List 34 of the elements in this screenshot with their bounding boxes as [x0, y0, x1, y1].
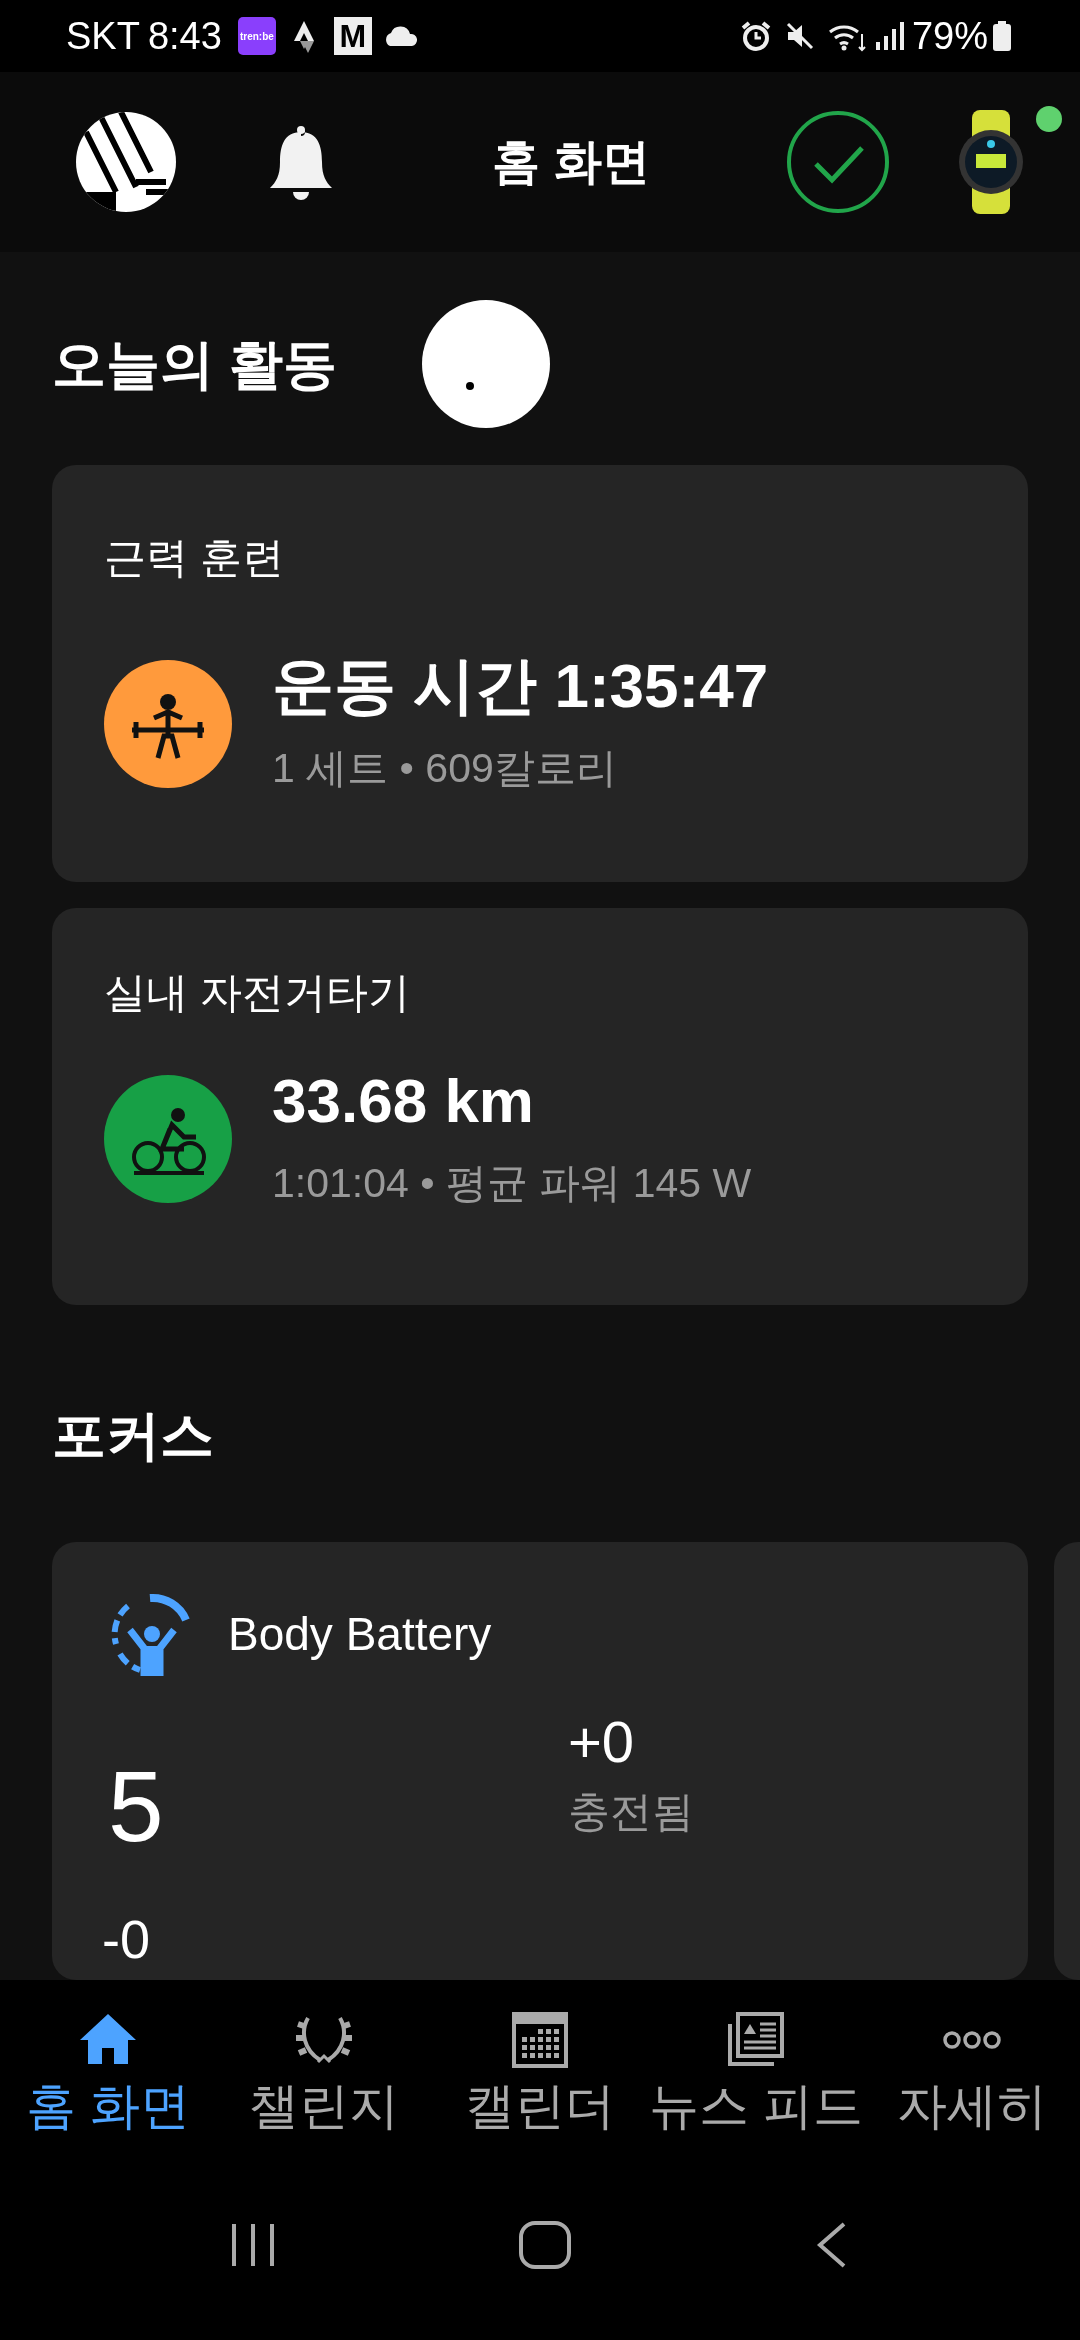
battery-icon [992, 20, 1012, 52]
activity-card[interactable]: 실내 자전거타기 33.68 km 1:01:04 • 평균 파워 145 W [52, 908, 1028, 1305]
alarm-icon [739, 20, 772, 52]
app-notification-icon: M [333, 17, 372, 55]
activity-card[interactable]: 근력 훈련 운동 시간 1:35:47 1 세트 • 609칼로리 [52, 465, 1028, 882]
battery-percent: 79% [911, 13, 988, 59]
nav-tab[interactable]: 캘린더 [432, 1980, 648, 2170]
loading-indicator-icon [422, 300, 550, 428]
checkmark-icon[interactable] [786, 110, 890, 214]
nav-tab[interactable]: 자세히 [864, 1980, 1080, 2170]
app-notification-icon: tren:be [237, 17, 276, 55]
section-title: 포커스 [52, 1404, 215, 1467]
activity-details: 1:01:04 • 평균 파워 145 W [272, 1158, 752, 1208]
calendar-icon [510, 2010, 570, 2070]
activity-title: 근력 훈련 [104, 533, 285, 583]
body-battery-value: 5 [108, 1756, 165, 1856]
drained-value: -0 [102, 1912, 151, 1966]
home-button-icon[interactable] [518, 2220, 572, 2270]
body-battery-card[interactable]: Body Battery 5 +0 충전됨 -0 [52, 1542, 1028, 1980]
nav-tab[interactable]: 뉴스 피드 [648, 1980, 864, 2170]
activity-summary: 운동 시간 1:35:47 [272, 650, 769, 723]
activity-details: 1 세트 • 609칼로리 [272, 743, 618, 793]
section-title: 오늘의 활동 [52, 332, 337, 396]
screen-title: 홈 화면 [491, 134, 651, 190]
clock-time: 8:43 [147, 13, 222, 59]
charged-label: 충전됨 [568, 1786, 694, 1837]
carrier-name: SKT [66, 13, 140, 59]
nav-tab[interactable]: 홈 화면 [0, 1980, 216, 2170]
activity-summary: 33.68 km [272, 1065, 535, 1138]
signal-icon [873, 20, 904, 52]
activity-title: 실내 자전거타기 [104, 968, 411, 1018]
charged-value: +0 [568, 1710, 636, 1774]
card-title: Body Battery [228, 1606, 492, 1662]
nav-tab[interactable]: 챌린지 [216, 1980, 432, 2170]
